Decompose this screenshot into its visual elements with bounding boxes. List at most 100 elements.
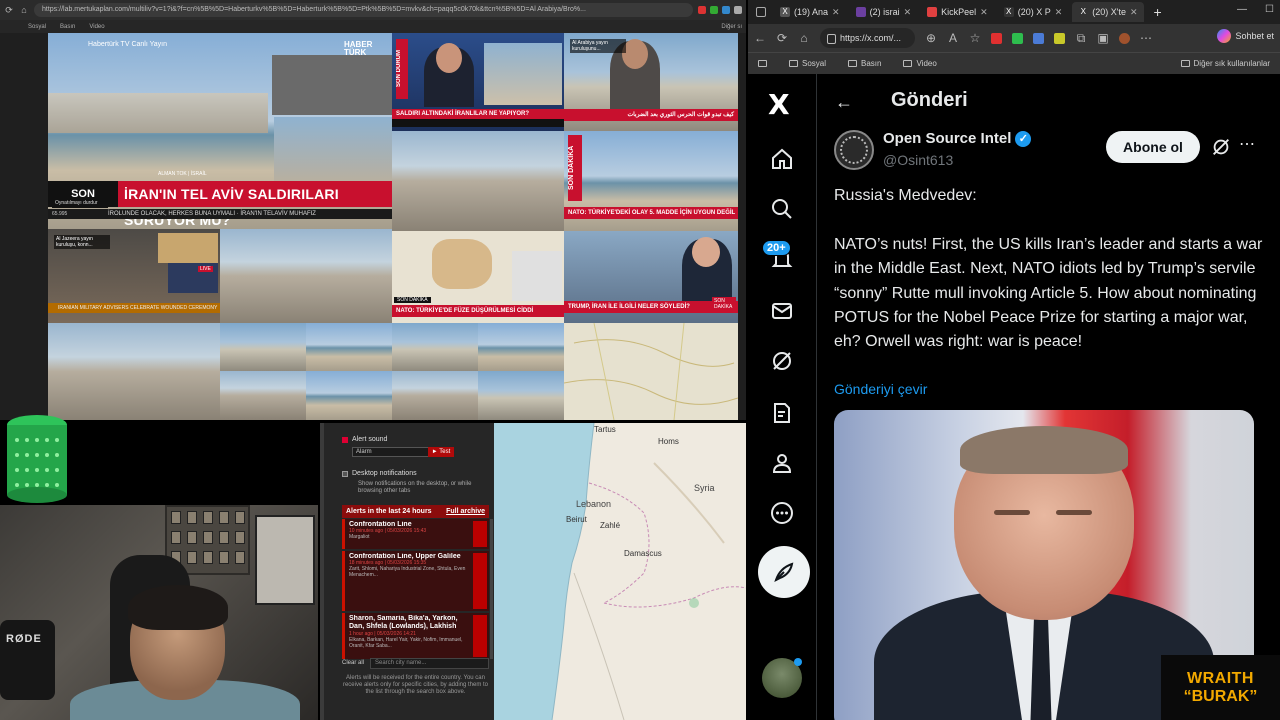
stream-cam-h[interactable] (478, 371, 564, 420)
subscribe-button[interactable]: Abone ol (1106, 131, 1200, 163)
grok-explain-icon[interactable] (1210, 136, 1232, 158)
bookmark-video[interactable]: Video (903, 59, 937, 68)
url-field[interactable]: https://x.com/... (820, 28, 915, 48)
close-tab-icon[interactable]: ✕ (980, 7, 988, 18)
bookmark-basin[interactable]: Basın (848, 59, 881, 68)
region-map[interactable]: Tartus Homs Lebanon Beirut Zahlé Damascu… (494, 423, 746, 720)
bookmark-video[interactable]: Video (89, 24, 104, 30)
bookmark-other-favorites[interactable]: Diğer sık kullanılanlar (1180, 59, 1270, 68)
author-name-row[interactable]: Open Source Intel ✓ (883, 130, 1032, 147)
extension-icon[interactable] (1012, 32, 1023, 44)
stream-al-arabiya[interactable]: Al Arabiya yayın kuruluşunu... كيف تبدو … (564, 33, 738, 131)
stream-cam-d[interactable] (306, 371, 392, 420)
copilot-chat-button[interactable]: Sohbet et (1217, 29, 1274, 43)
extension-icon[interactable] (991, 32, 1002, 44)
full-archive-link[interactable]: Full archive (446, 505, 485, 518)
favorite-icon[interactable]: ☆ (969, 31, 981, 45)
author-handle[interactable]: @Osint613 (883, 152, 953, 168)
home-icon[interactable]: ⌂ (798, 31, 810, 45)
test-sound-button[interactable]: ► Test (428, 447, 454, 457)
stream-flight-map[interactable] (564, 323, 738, 420)
tab-4-label: (20) X P (1017, 7, 1051, 17)
left-url-field[interactable]: https://lab.mertukaplan.com/multiliv?v=1… (34, 3, 693, 17)
read-aloud-icon[interactable]: A (947, 31, 959, 45)
stream-cam-e[interactable] (392, 323, 478, 371)
maximize-icon[interactable]: ☐ (1265, 4, 1274, 15)
bookmark-sosyal[interactable]: Sosyal (28, 24, 46, 30)
stream-al-jazeera[interactable]: Al Jazeera yayın kuruluşu, konn... LIVE … (48, 229, 220, 323)
bookmark-other[interactable]: Diğer sı (721, 24, 742, 30)
bookmark-sosyal[interactable]: Sosyal (789, 59, 826, 68)
menu-icon[interactable]: ⋯ (1140, 31, 1152, 45)
translate-post-link[interactable]: Gönderiyi çevir (834, 381, 927, 397)
alert-item[interactable]: Confrontation Line, Upper Galilee 18 min… (342, 551, 489, 611)
stream-cam-f[interactable] (478, 323, 564, 371)
extensions-icon[interactable]: ⧉ (1075, 31, 1087, 46)
clear-all-button[interactable]: Clear all (342, 658, 370, 669)
home-nav-icon[interactable] (765, 142, 799, 176)
minimize-icon[interactable]: — (1237, 4, 1247, 15)
more-nav-icon[interactable] (765, 496, 799, 530)
stream-tel-aviv-cam[interactable] (392, 131, 564, 231)
profile-nav-icon[interactable] (765, 446, 799, 480)
stream-cam-b[interactable] (306, 323, 392, 371)
tab-2[interactable]: (2) israi ✕ (850, 2, 918, 22)
tab-5-active[interactable]: X (20) X'te ✕ (1072, 2, 1144, 22)
home-icon[interactable]: ⌂ (19, 5, 29, 15)
tab-1[interactable]: X (19) Ana ✕ (774, 2, 846, 22)
new-tab-icon[interactable]: + (1148, 2, 1168, 22)
stream-haberturk[interactable]: Habertürk TV Canlı Yayın HABER TÜRK ALMA… (48, 33, 392, 229)
stream-map-report[interactable]: SON DAKİKA NATO: TÜRKİYE'DE FÜZE DÜŞÜRÜL… (392, 231, 564, 323)
stream-aerial-cam[interactable] (220, 229, 392, 323)
tab-actions-icon[interactable] (752, 2, 770, 22)
profile-avatar[interactable] (1119, 32, 1130, 44)
stream-cam-a[interactable] (220, 323, 306, 371)
lists-nav-icon[interactable] (765, 396, 799, 430)
stream-cam-c[interactable] (220, 371, 306, 420)
author-avatar[interactable] (834, 130, 874, 170)
extension-icon[interactable] (734, 6, 742, 14)
stream-news-studio-1[interactable]: SON DURUM SALDIRI ALTINDAKİ İRANLILAR NE… (392, 33, 564, 131)
extension-icon[interactable] (1033, 32, 1044, 44)
close-tab-icon[interactable]: ✕ (904, 7, 912, 18)
verified-badge-icon[interactable]: ✓ (1015, 130, 1032, 147)
extension-icon[interactable] (698, 6, 706, 14)
tab-3[interactable]: KickPeel ✕ (921, 2, 994, 22)
close-tab-icon[interactable]: ✕ (1130, 7, 1138, 18)
search-nav-icon[interactable] (765, 192, 799, 226)
extension-icon[interactable] (710, 6, 718, 14)
zoom-icon[interactable]: ⊕ (925, 31, 937, 45)
stream-jerusalem-cam[interactable] (48, 323, 220, 420)
refresh-icon[interactable]: ⟳ (776, 31, 788, 45)
close-tab-icon[interactable]: ✕ (832, 7, 840, 18)
bookmark-basin[interactable]: Basın (60, 24, 75, 30)
grok-nav-icon[interactable] (765, 344, 799, 378)
desktop-notif-row[interactable]: Desktop notifications (342, 470, 417, 477)
stream-son-dakika[interactable]: SON DAKİKA NATO: TÜRKİYE'DEKİ OLAY 5. MA… (564, 131, 738, 231)
collections-icon[interactable]: ▣ (1097, 31, 1109, 45)
tab-4[interactable]: X (20) X P ✕ (998, 2, 1069, 22)
alert-item[interactable]: Sharon, Samaria, Bika'a, Yarkon, Dan, Sh… (342, 613, 489, 659)
overlay-line-1: WRAITH (1187, 669, 1254, 687)
bookmark-tabs-icon[interactable] (758, 60, 767, 67)
desktop-notif-checkbox[interactable] (342, 470, 348, 477)
back-arrow-icon[interactable]: ← (835, 92, 853, 113)
author-name[interactable]: Open Source Intel (883, 130, 1011, 147)
city-search-input[interactable]: Search city name... (370, 658, 489, 669)
close-tab-icon[interactable]: ✕ (1055, 7, 1063, 18)
alert-sound-checkbox[interactable] (342, 436, 348, 443)
stream-cam-g[interactable] (392, 371, 478, 420)
messages-nav-icon[interactable] (765, 294, 799, 328)
alert-item[interactable]: Confrontation Line 10 minutes ago | 05/0… (342, 519, 489, 549)
extension-icon[interactable] (1054, 32, 1065, 44)
reload-icon[interactable]: ⟳ (4, 5, 14, 15)
stream-news-studio-2[interactable]: TRUMP, İRAN İLE İLGİLİ NELER SÖYLEDİ? SO… (564, 231, 738, 323)
extension-icon[interactable] (722, 6, 730, 14)
alerts-scrollbar[interactable] (490, 519, 493, 659)
more-options-icon[interactable]: ⋯ (1239, 134, 1256, 154)
back-icon[interactable]: ← (754, 31, 766, 45)
compose-post-button[interactable] (758, 546, 810, 598)
alert-sound-row[interactable]: Alert sound (342, 436, 387, 443)
feather-icon (774, 562, 794, 582)
x-logo[interactable]: X (768, 88, 790, 121)
